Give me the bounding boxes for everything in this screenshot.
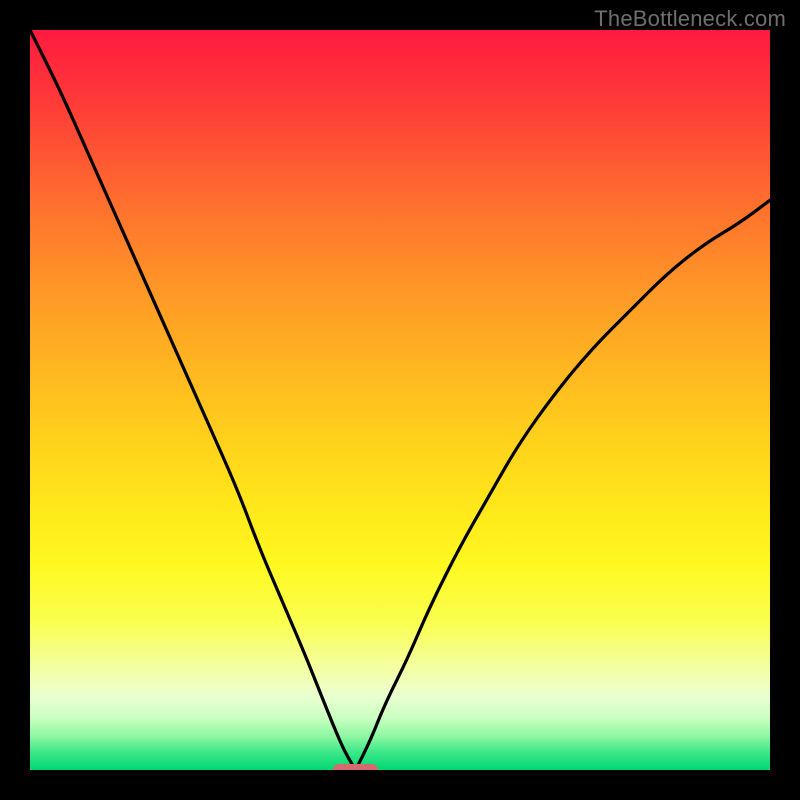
optimal-marker bbox=[333, 764, 377, 770]
plot-area bbox=[30, 30, 770, 770]
watermark-text: TheBottleneck.com bbox=[594, 6, 786, 32]
gradient-background bbox=[30, 30, 770, 770]
chart-container: TheBottleneck.com bbox=[0, 0, 800, 800]
chart-svg bbox=[30, 30, 770, 770]
